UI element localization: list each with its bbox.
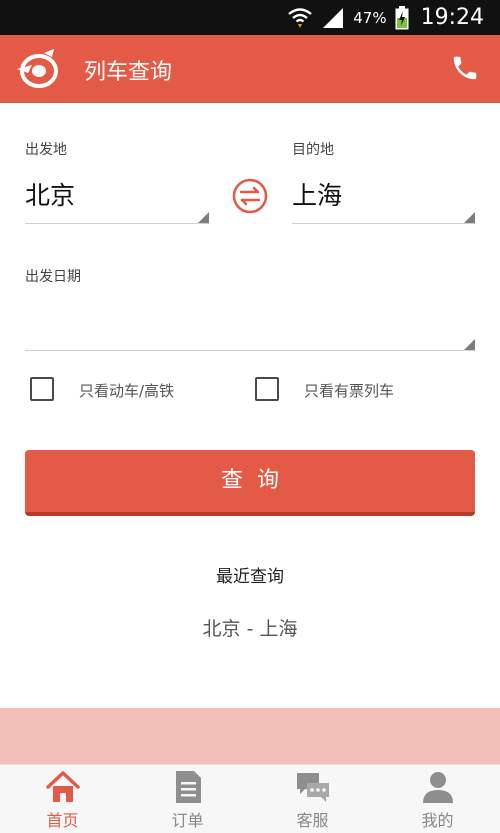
date-dropdown-corner bbox=[464, 339, 475, 350]
document-icon bbox=[175, 771, 201, 803]
query-button[interactable]: 查询 bbox=[25, 450, 475, 516]
nav-item-home[interactable]: 首页 bbox=[0, 765, 125, 833]
nav-item-service[interactable]: 客服 bbox=[250, 765, 375, 833]
available-only-label: 只看有票列车 bbox=[304, 382, 395, 400]
swap-arrows-icon[interactable] bbox=[232, 178, 268, 214]
nav-label-profile: 我的 bbox=[421, 811, 454, 830]
departure-dropdown-corner bbox=[198, 212, 209, 223]
bottom-nav: 首页 订单 客服 我的 bbox=[0, 764, 500, 833]
page-title: 列车查询 bbox=[84, 60, 173, 85]
signal-icon bbox=[323, 7, 344, 28]
destination-label: 目的地 bbox=[292, 142, 334, 158]
destination-underline bbox=[292, 223, 475, 224]
highspeed-only-checkbox[interactable] bbox=[30, 377, 54, 401]
phone-icon[interactable] bbox=[450, 53, 480, 83]
user-icon bbox=[422, 772, 453, 803]
nav-label-service: 客服 bbox=[296, 811, 329, 830]
banner-ad[interactable] bbox=[0, 708, 500, 764]
nav-item-orders[interactable]: 订单 bbox=[125, 765, 250, 833]
highspeed-only-label: 只看动车/高铁 bbox=[79, 382, 175, 400]
status-icons: 47% 19:24 bbox=[287, 0, 484, 35]
date-field[interactable] bbox=[25, 296, 475, 346]
battery-charging-icon bbox=[395, 5, 409, 29]
home-icon bbox=[45, 771, 80, 802]
battery-percent: 47% bbox=[353, 8, 387, 27]
nav-label-home: 首页 bbox=[46, 811, 79, 830]
available-only-checkbox[interactable] bbox=[255, 377, 279, 401]
recent-search-item[interactable]: 北京 - 上海 bbox=[0, 614, 500, 641]
recent-search-title: 最近查询 bbox=[216, 567, 284, 587]
date-underline bbox=[25, 350, 475, 351]
departure-label: 出发地 bbox=[25, 142, 67, 158]
status-bar: 47% 19:24 bbox=[0, 0, 500, 35]
clock-time: 19:24 bbox=[420, 5, 484, 30]
app-bar: 列车查询 bbox=[0, 35, 500, 103]
nav-item-profile[interactable]: 我的 bbox=[375, 765, 500, 833]
departure-underline bbox=[25, 223, 209, 224]
chat-icon bbox=[296, 773, 329, 802]
nav-label-orders: 订单 bbox=[171, 811, 204, 830]
train-logo-icon bbox=[17, 49, 58, 88]
departure-field[interactable]: 北京 bbox=[25, 176, 75, 212]
destination-dropdown-corner bbox=[464, 212, 475, 223]
destination-field[interactable]: 上海 bbox=[292, 176, 342, 212]
wifi-icon bbox=[288, 7, 313, 28]
date-label: 出发日期 bbox=[25, 269, 81, 285]
